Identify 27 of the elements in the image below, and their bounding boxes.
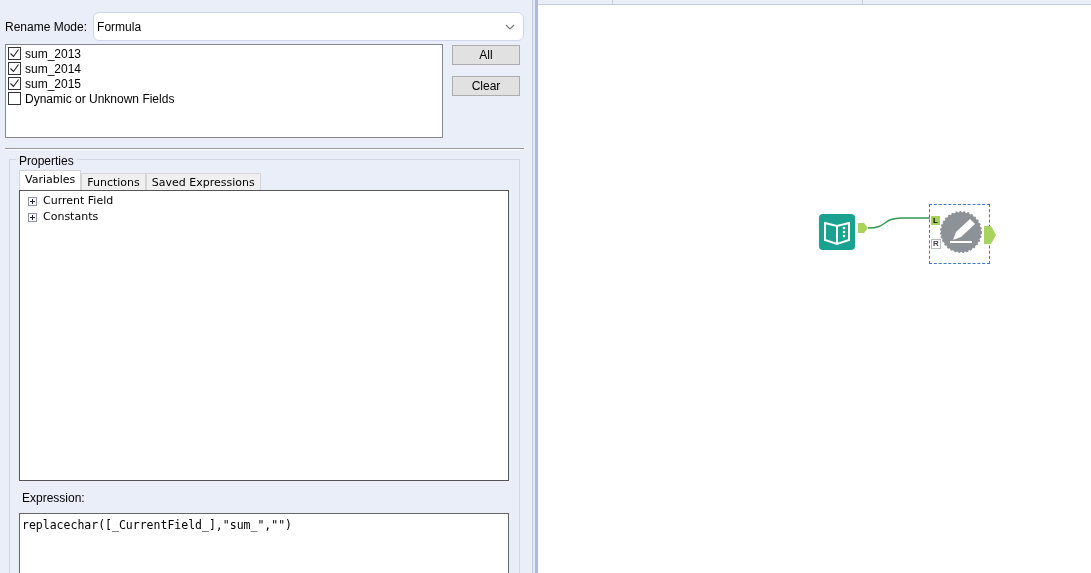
field-label: sum_2014 [25,61,82,78]
gear-pencil-icon[interactable] [940,211,982,253]
chevron-down-icon [505,23,515,30]
checkbox[interactable] [8,92,21,105]
expression-field[interactable]: replacechar([_CurrentField_],"sum_","") [19,513,509,573]
tab[interactable]: Saved Expressions [145,173,261,190]
plus-icon[interactable] [28,212,37,222]
selection-frame[interactable]: L R [929,204,990,264]
checkbox[interactable] [8,47,21,60]
expression-label: Expression: [22,490,86,507]
tab[interactable]: Functions [81,173,146,190]
tab[interactable]: Variables [19,170,82,190]
field-label: Rename Mode: [5,18,88,36]
all-button[interactable]: All [452,45,520,65]
tree-item[interactable]: Constants [43,208,99,226]
field-label: Dynamic or Unknown Fields [25,91,175,108]
field-label: sum_2013 [25,45,82,63]
field-label: sum_2015 [25,76,82,93]
anchor-label[interactable]: R [931,239,941,249]
dropdown[interactable]: Formula [93,12,524,41]
plus-icon[interactable] [28,196,37,206]
tree-item[interactable]: Current Field [43,192,114,210]
book-icon[interactable] [818,213,856,251]
clear-button[interactable]: Clear [452,76,520,96]
checkbox[interactable] [8,62,21,75]
anchor-label[interactable]: L [931,216,940,225]
checkbox[interactable] [8,77,21,90]
